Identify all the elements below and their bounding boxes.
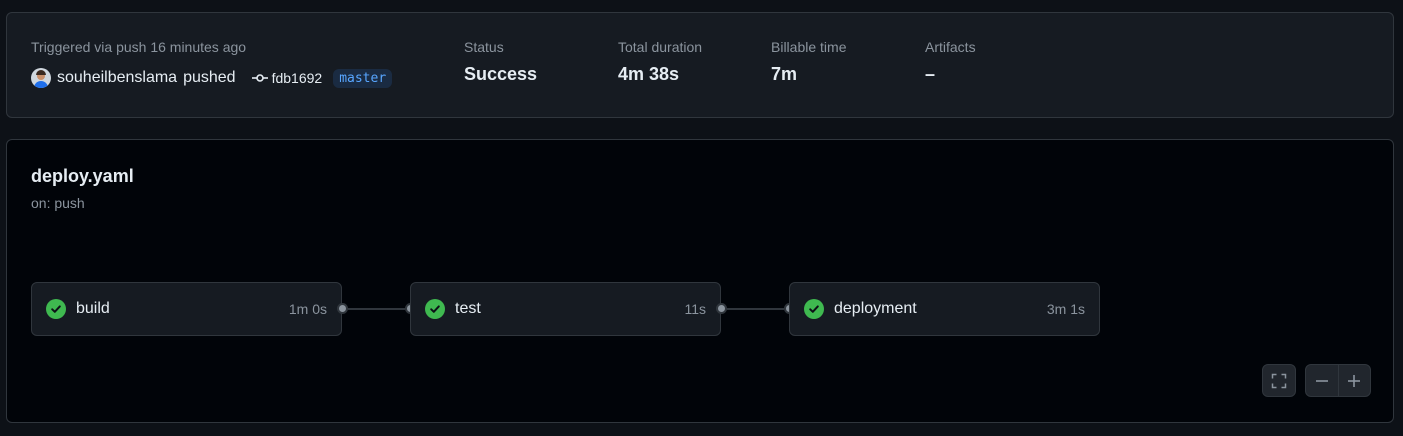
trigger-details: souheilbenslama pushed fdb1692 master <box>31 68 393 88</box>
job-connector <box>727 308 784 310</box>
zoom-in-icon <box>1348 374 1361 387</box>
actor-link[interactable]: souheilbenslama <box>57 69 177 87</box>
job-connector <box>348 308 405 310</box>
job-name: build <box>76 300 110 317</box>
git-commit-icon <box>251 74 268 82</box>
duration-value: 4m 38s <box>618 64 680 84</box>
check-circle-icon <box>425 299 445 319</box>
fullscreen-control <box>1262 364 1296 397</box>
workflow-name[interactable]: deploy.yaml <box>31 166 134 187</box>
billable-label: Billable time <box>771 39 847 55</box>
check-circle-icon <box>46 299 66 319</box>
job-output-port <box>337 303 348 314</box>
artifacts-value: – <box>925 64 936 84</box>
run-summary-panel: Triggered via push 16 minutes ago souhei… <box>6 12 1394 118</box>
job-duration: 1m 0s <box>288 301 327 317</box>
artifacts-label: Artifacts <box>925 39 976 55</box>
zoom-controls <box>1305 364 1371 397</box>
zoom-in-button[interactable] <box>1338 365 1370 396</box>
job-test[interactable]: test 11s <box>410 282 721 336</box>
status-label: Status <box>464 39 504 55</box>
status-value: Success <box>464 64 538 84</box>
billable-value: 7m <box>771 64 798 84</box>
avatar[interactable] <box>31 68 51 88</box>
status-stat: Status Success <box>464 39 537 85</box>
job-deployment[interactable]: deployment 3m 1s <box>789 282 1100 336</box>
job-name: deployment <box>834 300 917 317</box>
action-text: pushed <box>183 69 236 86</box>
workflow-graph-panel: deploy.yaml on: push build 1m 0s test 11… <box>6 139 1394 423</box>
trigger-label: Triggered via push 16 minutes ago <box>31 39 247 55</box>
fullscreen-icon <box>1271 373 1287 388</box>
branch-badge[interactable]: master <box>333 68 393 88</box>
fullscreen-button[interactable] <box>1263 365 1295 396</box>
billable-stat: Billable time 7m <box>771 39 846 85</box>
commit-sha: fdb1692 <box>271 70 323 86</box>
job-output-port <box>716 303 727 314</box>
job-duration: 3m 1s <box>1046 301 1085 317</box>
job-duration: 11s <box>684 301 706 317</box>
check-circle-icon <box>804 299 824 319</box>
duration-label: Total duration <box>618 39 703 55</box>
job-name: test <box>455 300 481 317</box>
zoom-out-icon <box>1315 379 1328 382</box>
job-build[interactable]: build 1m 0s <box>31 282 342 336</box>
workflow-trigger: on: push <box>31 195 85 211</box>
artifacts-stat: Artifacts – <box>925 39 976 85</box>
zoom-out-button[interactable] <box>1306 365 1338 396</box>
commit-link[interactable]: fdb1692 <box>251 70 323 86</box>
duration-stat: Total duration 4m 38s <box>618 39 702 85</box>
